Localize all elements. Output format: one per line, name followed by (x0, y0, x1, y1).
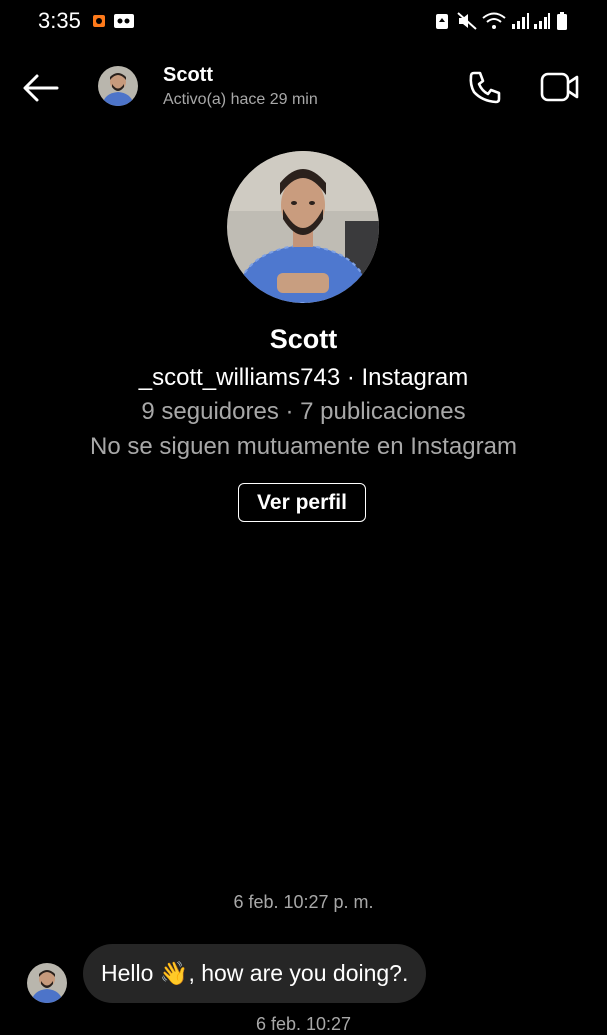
profile-stats: 9 seguidores · 7 publicaciones (141, 398, 466, 425)
message-bubble[interactable]: Hello 👋, how are you doing?. (83, 944, 427, 1003)
view-profile-button[interactable]: Ver perfil (238, 483, 366, 522)
status-bar: 3:35 (0, 0, 607, 44)
signal-1-icon (512, 13, 529, 29)
message-sender-avatar[interactable] (27, 963, 67, 1003)
notification-app-icon (93, 15, 105, 27)
wifi-icon (482, 12, 506, 29)
signal-2-icon (534, 13, 550, 29)
voicemail-icon (114, 14, 134, 28)
profile-avatar[interactable] (227, 151, 379, 303)
profile-handle: _scott_williams743 · Instagram (138, 364, 469, 391)
video-call-icon[interactable] (540, 70, 580, 104)
status-time: 3:35 (38, 8, 81, 33)
phone-call-icon[interactable] (468, 70, 502, 104)
header-contact-name[interactable]: Scott (163, 64, 213, 87)
chat-header (0, 50, 607, 124)
message-text: Hello 👋, how are you doing?. (101, 960, 409, 986)
header-avatar[interactable] (98, 66, 138, 106)
recycle-icon (436, 14, 448, 29)
profile-name: Scott (269, 324, 338, 354)
message-timestamp: 6 feb. 10:27 p. m. (233, 892, 374, 912)
message-timestamp-2: 6 feb. 10:27 (255, 1014, 352, 1034)
profile-mutual-status: No se siguen mutuamente en Instagram (90, 433, 517, 460)
header-active-status: Activo(a) hace 29 min (163, 91, 318, 108)
mute-icon (457, 12, 477, 30)
back-arrow-icon[interactable] (22, 72, 60, 104)
battery-icon (557, 12, 567, 30)
